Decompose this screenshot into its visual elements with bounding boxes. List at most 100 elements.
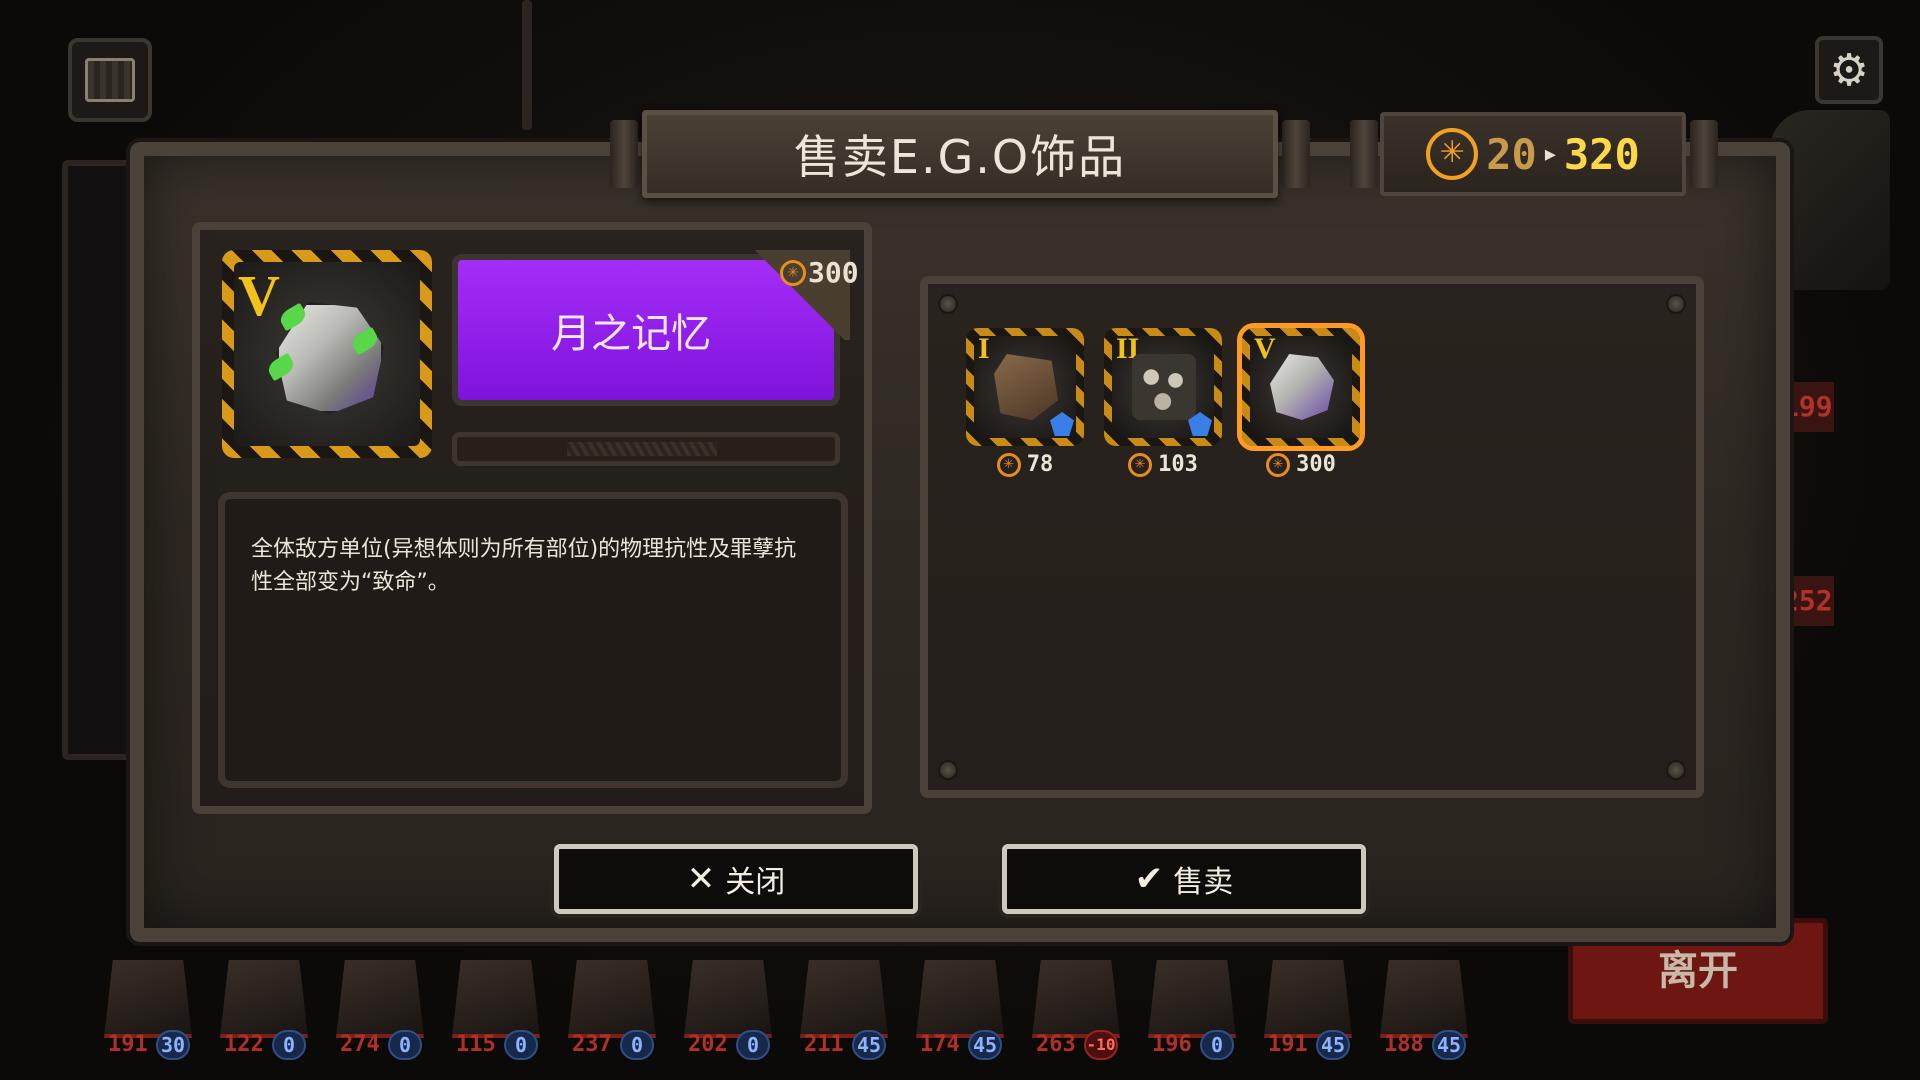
tattered-cloth-icon bbox=[994, 354, 1058, 420]
character-portrait bbox=[1148, 960, 1236, 1038]
inventory-crate-button[interactable] bbox=[68, 38, 152, 122]
character-hp: 237 bbox=[572, 1032, 612, 1057]
selected-item-frame: V bbox=[222, 250, 432, 458]
character-sp: 0 bbox=[736, 1030, 770, 1060]
slot-rank: I bbox=[978, 332, 990, 365]
coin-icon: ✳ bbox=[780, 259, 806, 286]
character-sp: 45 bbox=[1316, 1030, 1350, 1060]
close-label: 关闭 bbox=[725, 865, 786, 900]
sell-label: 售卖 bbox=[1173, 865, 1234, 900]
character-portrait bbox=[1264, 960, 1352, 1038]
character-portrait bbox=[1380, 960, 1468, 1038]
character-hp: 191 bbox=[108, 1032, 148, 1057]
coin-icon: ✳ bbox=[1266, 452, 1291, 477]
modal-title-plate: 售卖E.G.O饰品 bbox=[642, 110, 1278, 198]
character-portrait bbox=[1032, 960, 1120, 1038]
coin-balance: ✳ 20 ▸ 320 bbox=[1380, 112, 1686, 196]
character-portrait bbox=[104, 960, 192, 1038]
moon-memory-gem-icon bbox=[1270, 354, 1334, 420]
arrow-right-icon: ▸ bbox=[1544, 141, 1556, 167]
character-sp: 0 bbox=[504, 1030, 538, 1060]
party-member-slot[interactable]: 115 0 bbox=[444, 960, 548, 1060]
character-portrait bbox=[800, 960, 888, 1038]
close-icon: ✕ bbox=[686, 859, 716, 899]
coins-after: 320 bbox=[1563, 129, 1640, 179]
party-member-slot[interactable]: 122 0 bbox=[212, 960, 316, 1060]
character-hp: 274 bbox=[340, 1032, 380, 1057]
gear-icon: ⚙ bbox=[1829, 44, 1869, 96]
settings-button[interactable]: ⚙ bbox=[1815, 36, 1883, 104]
modal-title: 售卖E.G.O饰品 bbox=[793, 130, 1127, 184]
title-rivet-right bbox=[1282, 120, 1310, 188]
character-hp: 174 bbox=[920, 1032, 960, 1057]
coin-rivet-right bbox=[1690, 120, 1718, 188]
coin-rivet-left bbox=[1350, 120, 1378, 188]
item-track bbox=[452, 432, 840, 466]
party-member-slot[interactable]: 237 0 bbox=[560, 960, 664, 1060]
item-name: 月之记忆 bbox=[551, 311, 711, 357]
coin-icon: ✳ bbox=[1128, 452, 1153, 477]
inventory-slot[interactable]: II ✳ 103 bbox=[1104, 328, 1222, 478]
crate-icon bbox=[85, 58, 135, 102]
character-sp: 0 bbox=[1200, 1030, 1234, 1060]
item-price: 300 bbox=[808, 256, 859, 289]
character-portrait bbox=[220, 960, 308, 1038]
close-button[interactable]: ✕ 关闭 bbox=[554, 844, 918, 914]
sell-button[interactable]: ✔ 售卖 bbox=[1002, 844, 1366, 914]
character-portrait bbox=[452, 960, 540, 1038]
character-portrait bbox=[568, 960, 656, 1038]
slot-price: 103 bbox=[1158, 452, 1198, 477]
party-member-slot[interactable]: 211 45 bbox=[792, 960, 896, 1060]
party-member-slot[interactable]: 174 45 bbox=[908, 960, 1012, 1060]
character-hp: 202 bbox=[688, 1032, 728, 1057]
background-cable bbox=[522, 0, 532, 130]
character-hp: 115 bbox=[456, 1032, 496, 1057]
character-hp: 191 bbox=[1268, 1032, 1308, 1057]
slot-price: 78 bbox=[1026, 452, 1054, 477]
character-hp: 122 bbox=[224, 1032, 264, 1057]
character-portrait bbox=[916, 960, 1004, 1038]
skull-pile-icon bbox=[1132, 354, 1196, 420]
item-description-box: 全体敌方单位(异想体则为所有部位)的物理抗性及罪孽抗性全部变为“致命”。 bbox=[218, 492, 848, 788]
wolf-badge-icon bbox=[1050, 412, 1074, 436]
screw bbox=[1666, 294, 1686, 314]
slot-price: 300 bbox=[1296, 452, 1336, 477]
character-portrait bbox=[336, 960, 424, 1038]
party-member-slot[interactable]: 191 30 bbox=[96, 960, 200, 1060]
party-member-slot[interactable]: 196 0 bbox=[1140, 960, 1244, 1060]
inventory-slot-selected[interactable]: V ✳ 300 bbox=[1242, 328, 1360, 478]
party-member-slot[interactable]: 202 0 bbox=[676, 960, 780, 1060]
character-hp: 196 bbox=[1152, 1032, 1192, 1057]
item-price-tag: ✳ 300 bbox=[780, 256, 859, 289]
character-hp: 188 bbox=[1384, 1032, 1424, 1057]
item-rank: V bbox=[238, 263, 280, 328]
character-sp: -10 bbox=[1084, 1030, 1118, 1060]
track-stripe bbox=[567, 442, 717, 456]
character-hp: 263 bbox=[1036, 1032, 1076, 1057]
character-sp: 45 bbox=[968, 1030, 1002, 1060]
coins-current: 20 bbox=[1486, 129, 1537, 179]
character-sp: 45 bbox=[852, 1030, 886, 1060]
character-sp: 45 bbox=[1432, 1030, 1466, 1060]
inventory-slot[interactable]: I ✳ 78 bbox=[966, 328, 1084, 478]
party-bar: 191 30 122 0 274 0 115 0 237 0 202 0 211 45 174 45 263 -1… bbox=[96, 960, 1486, 1060]
screw bbox=[938, 760, 958, 780]
character-sp: 0 bbox=[272, 1030, 306, 1060]
screw bbox=[938, 294, 958, 314]
screw bbox=[1666, 760, 1686, 780]
slot-rank: V bbox=[1254, 332, 1276, 365]
title-rivet-left bbox=[610, 120, 638, 188]
party-member-slot[interactable]: 188 45 bbox=[1372, 960, 1476, 1060]
party-member-slot[interactable]: 263 -10 bbox=[1024, 960, 1128, 1060]
character-sp: 0 bbox=[620, 1030, 654, 1060]
character-sp: 0 bbox=[388, 1030, 422, 1060]
coin-icon: ✳ bbox=[996, 452, 1021, 477]
party-member-slot[interactable]: 191 45 bbox=[1256, 960, 1360, 1060]
check-icon: ✔ bbox=[1134, 859, 1164, 899]
item-description: 全体敌方单位(异想体则为所有部位)的物理抗性及罪孽抗性全部变为“致命”。 bbox=[251, 537, 797, 595]
party-member-slot[interactable]: 274 0 bbox=[328, 960, 432, 1060]
character-sp: 30 bbox=[156, 1030, 190, 1060]
coin-icon: ✳ bbox=[1426, 128, 1479, 180]
character-hp: 211 bbox=[804, 1032, 844, 1057]
character-portrait bbox=[684, 960, 772, 1038]
